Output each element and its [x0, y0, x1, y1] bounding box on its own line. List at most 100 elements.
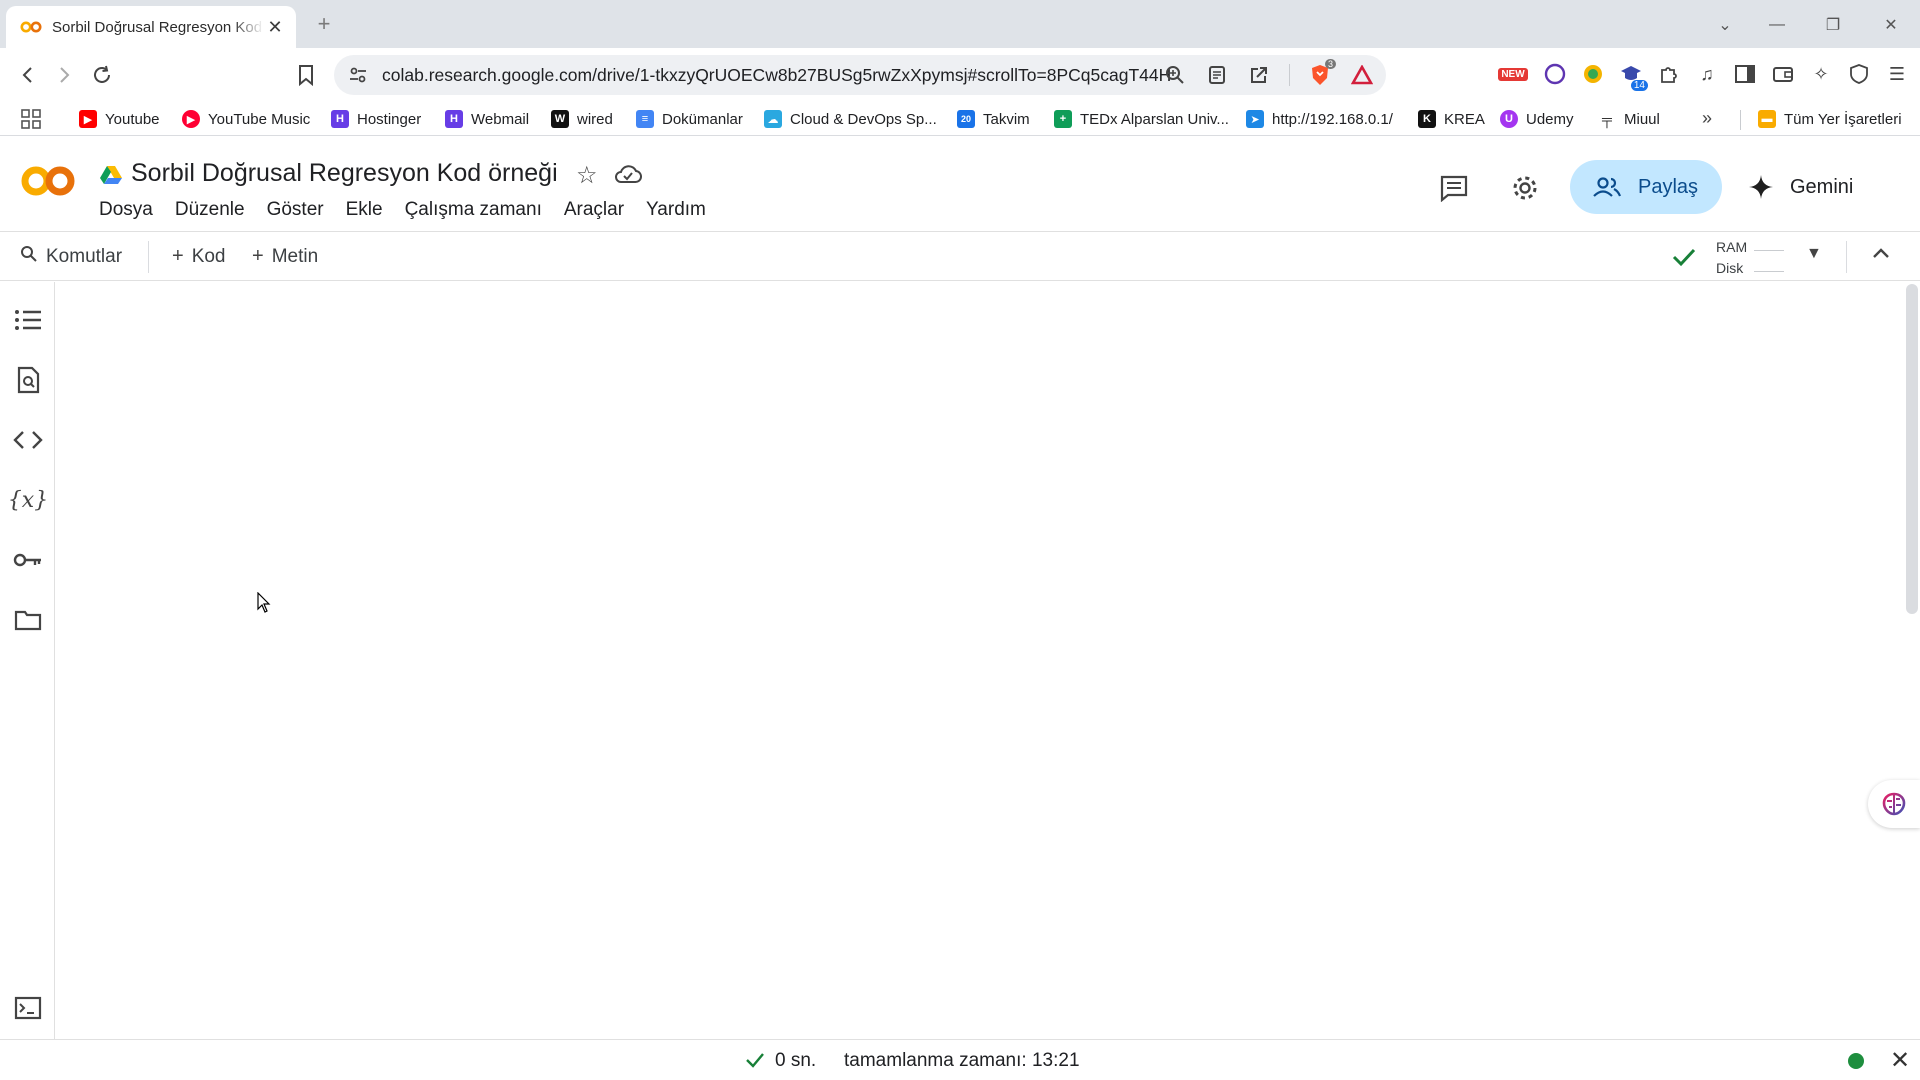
settings-gear-icon[interactable]	[1510, 173, 1540, 203]
back-icon[interactable]	[14, 61, 42, 89]
puzzle-extensions-icon[interactable]	[1656, 61, 1682, 87]
status-close-icon[interactable]: ✕	[1890, 1046, 1910, 1075]
forward-icon[interactable]	[50, 61, 78, 89]
bookmark-youtube[interactable]: ▶ Youtube	[79, 108, 160, 130]
graduation-extension-icon[interactable]: 14	[1618, 61, 1648, 91]
browser-tab[interactable]: Sorbil Doğrusal Regresyon Kod örneği - C…	[6, 6, 296, 48]
lr-extension-icon[interactable]	[1542, 61, 1568, 87]
bookmarks-divider	[1740, 110, 1741, 130]
collapse-header-icon[interactable]	[1872, 243, 1890, 264]
window-close-icon[interactable]: ✕	[1876, 10, 1906, 40]
browser-menu-icon[interactable]: ☰	[1884, 61, 1910, 87]
notebook-title[interactable]: Sorbil Doğrusal Regresyon Kod örneği	[131, 159, 558, 188]
comments-icon[interactable]	[1439, 174, 1469, 203]
bookmark-webmail[interactable]: H Webmail	[445, 108, 529, 130]
bookmark-page-icon[interactable]	[292, 61, 320, 89]
media-icon[interactable]: ♫	[1694, 61, 1720, 87]
bookmark-youtube-music[interactable]: ▶ YouTube Music	[182, 108, 310, 130]
folder-icon: ▬	[1758, 110, 1776, 128]
wallet-icon[interactable]	[1770, 61, 1796, 87]
scrollbar-thumb[interactable]	[1906, 284, 1918, 614]
table-of-contents-icon[interactable]	[12, 304, 44, 336]
runtime-connected-check-icon[interactable]	[1670, 243, 1698, 271]
cloud-saved-icon[interactable]	[614, 163, 642, 187]
ai-assistant-brain-icon[interactable]	[1868, 780, 1920, 828]
hostinger-icon: H	[331, 110, 349, 128]
new-tab-icon[interactable]: +	[312, 11, 336, 36]
all-bookmarks-folder[interactable]: ▬ Tüm Yer İşaretleri	[1758, 108, 1902, 130]
bookmark-tedx[interactable]: + TEDx Alparslan Univ...	[1054, 108, 1229, 130]
notebook-main-area[interactable]	[56, 282, 1904, 1039]
miuul-icon: ╤	[1602, 111, 1612, 127]
add-code-button[interactable]: + Kod	[172, 245, 226, 268]
brave-shield-icon[interactable]: 3	[1308, 59, 1336, 87]
resource-monitor[interactable]: RAM Disk	[1716, 237, 1747, 279]
apps-grid-icon[interactable]	[20, 108, 44, 130]
color-extension-icon[interactable]	[1580, 61, 1606, 87]
browser-tab-strip: Sorbil Doğrusal Regresyon Kod örneği - C…	[0, 0, 1920, 48]
minimize-icon[interactable]: —	[1762, 10, 1792, 40]
new-extension-icon[interactable]: NEW	[1496, 61, 1530, 87]
youtube-music-icon: ▶	[182, 110, 200, 128]
calendar-icon: 20	[957, 110, 975, 128]
tab-search-icon[interactable]: ⌄	[1710, 10, 1740, 40]
zoom-icon[interactable]	[1163, 63, 1187, 87]
files-folder-icon[interactable]	[12, 604, 44, 636]
google-drive-icon[interactable]	[100, 165, 122, 185]
bookmark-udemy[interactable]: U Udemy	[1500, 108, 1574, 130]
sidebar-icon[interactable]	[1732, 61, 1758, 87]
bookmark-hostinger[interactable]: H Hostinger	[331, 108, 421, 130]
bookmark-miuul[interactable]: ╤ Miuul	[1598, 108, 1660, 130]
gemini-button[interactable]: Gemini	[1748, 160, 1853, 214]
bookmark-wired[interactable]: Wwired	[551, 108, 613, 130]
menu-araclar[interactable]: Araçlar	[564, 199, 624, 221]
menu-duzenle[interactable]: Düzenle	[175, 199, 245, 221]
secrets-key-icon[interactable]	[12, 544, 44, 576]
menu-yardim[interactable]: Yardım	[646, 199, 706, 221]
disk-usage-bar	[1754, 260, 1784, 272]
share-page-icon[interactable]	[1247, 63, 1271, 87]
find-replace-icon[interactable]	[12, 364, 44, 396]
commands-button[interactable]: Komutlar	[20, 245, 122, 269]
tab-close-icon[interactable]: ✕	[264, 16, 286, 38]
site-info-icon[interactable]	[348, 65, 368, 85]
menu-dosya[interactable]: Dosya	[99, 199, 153, 221]
execution-duration: 0 sn.	[775, 1050, 817, 1071]
share-button[interactable]: Paylaş	[1570, 160, 1722, 214]
vpn-icon[interactable]	[1846, 61, 1872, 87]
mouse-cursor-icon	[257, 591, 271, 614]
code-snippets-icon[interactable]	[12, 424, 44, 456]
reader-mode-icon[interactable]	[1205, 63, 1229, 87]
vertical-scrollbar[interactable]	[1904, 282, 1920, 1039]
menu-goster[interactable]: Göster	[267, 199, 324, 221]
runtime-status-dot	[1848, 1053, 1864, 1069]
reload-icon[interactable]	[88, 61, 116, 89]
colab-logo-icon[interactable]	[20, 163, 78, 199]
more-bookmarks-icon[interactable]: »	[1702, 108, 1712, 129]
bookmark-cloud-devops[interactable]: ☁ Cloud & DevOps Sp...	[764, 108, 937, 130]
bookmark-takvim[interactable]: 20 Takvim	[957, 108, 1030, 130]
bookmark-router[interactable]: ➤ http://192.168.0.1/	[1246, 108, 1393, 130]
variables-icon[interactable]: {x}	[8, 484, 48, 516]
restore-icon[interactable]: ❐	[1818, 10, 1848, 40]
menu-ekle[interactable]: Ekle	[346, 199, 383, 221]
menu-calisma-zamani[interactable]: Çalışma zamanı	[405, 199, 542, 221]
ram-label: RAM	[1716, 239, 1748, 255]
leo-ai-icon[interactable]: ✧	[1808, 61, 1834, 87]
gemini-label: Gemini	[1790, 175, 1854, 198]
tab-title: Sorbil Doğrusal Regresyon Kod örneği - C…	[52, 18, 264, 36]
address-bar[interactable]: colab.research.google.com/drive/1-tkxzyQ…	[334, 55, 1386, 95]
bookmark-dokumanlar[interactable]: ≡ Dokümanlar	[636, 108, 743, 130]
search-icon	[20, 245, 38, 269]
sheets-icon: +	[1054, 110, 1072, 128]
udemy-icon: U	[1500, 110, 1518, 128]
brave-rewards-icon[interactable]	[1350, 63, 1374, 87]
terminal-icon[interactable]	[12, 992, 44, 1024]
disk-label: Disk	[1716, 260, 1744, 276]
star-icon[interactable]: ☆	[576, 161, 602, 189]
bookmark-krea[interactable]: K KREA	[1418, 108, 1485, 130]
runtime-dropdown-icon[interactable]: ▼	[1806, 245, 1822, 263]
add-text-button[interactable]: + Metin	[252, 245, 318, 268]
cloud-icon: ☁	[764, 110, 782, 128]
notebook-toolbar: Komutlar + Kod + Metin RAM Disk ▼	[0, 233, 1920, 281]
